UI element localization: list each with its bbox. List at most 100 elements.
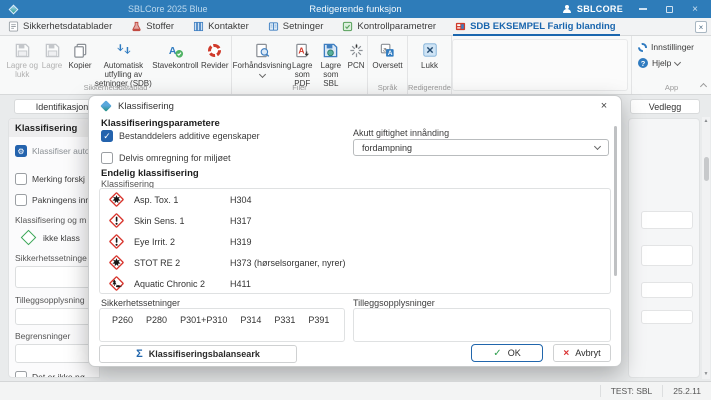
not-classified-indicator: ikke klass — [15, 229, 99, 246]
p-code[interactable]: P331 — [274, 315, 295, 341]
book-icon — [268, 21, 279, 32]
main-content: Identifikasjon Vedlegg Klassifisering ⚙ … — [0, 95, 711, 381]
dialog-scrollbar-thumb[interactable] — [614, 126, 617, 276]
params-section-header: Klassifiseringsparametere — [101, 118, 220, 129]
ribbon-group-sprak: Oversett Språk — [368, 36, 408, 94]
save-icon — [44, 41, 61, 59]
classification-and-label: Klassifisering og m — [15, 215, 87, 225]
save-and-close-button[interactable]: Lagre og lukk — [6, 39, 39, 79]
columns-icon — [193, 21, 204, 32]
user-account-button[interactable]: SBLCORE — [563, 4, 623, 14]
pdf-icon — [294, 41, 311, 59]
revise-button[interactable]: Revider — [199, 39, 232, 70]
maximize-button[interactable] — [663, 3, 675, 15]
pcn-button[interactable]: PCN — [345, 39, 367, 70]
checkbox-icon — [342, 21, 353, 32]
cancel-button[interactable]: × Avbryt — [553, 344, 611, 362]
save-as-pdf-button[interactable]: Lagre som PDF — [288, 39, 317, 89]
spellcheck-button[interactable]: Stavekontroll — [152, 39, 199, 70]
classification-list[interactable]: Asp. Tox. 1 H304 Skin Sens. 1 H317 Eye I… — [99, 188, 611, 294]
copy-icon — [72, 41, 89, 59]
not-required-checkbox-row[interactable]: Det er ikke nø — [15, 371, 99, 377]
tab-sikkerhetsdatablader[interactable]: Sikkerhetsdatablader — [8, 18, 112, 36]
additional-info-box[interactable] — [15, 308, 95, 325]
ghs08-health-hazard-icon — [108, 191, 125, 208]
safety-phrases-label: Sikkerhetssetninger — [101, 298, 181, 308]
tab-setninger[interactable]: Setninger — [268, 18, 323, 36]
additive-properties-checkbox-row[interactable]: ✓ Bestanddelers additive egenskaper — [101, 130, 260, 142]
module-tab-bar: Sikkerhetsdatablader Stoffer Kontakter S… — [0, 18, 711, 36]
ghs08-health-hazard-icon — [108, 254, 125, 271]
marking-checkbox-row[interactable]: Merking forskj — [15, 173, 99, 185]
auto-fill-icon — [115, 41, 132, 59]
scrollbar-thumb[interactable] — [703, 157, 709, 181]
ghs09-environment-icon — [108, 275, 125, 292]
close-box-icon — [422, 41, 438, 59]
classification-row[interactable]: STOT RE 2 H373 (hørselsorganer, nyrer) — [100, 252, 610, 273]
partial-conversion-checkbox-row[interactable]: Delvis omregning for miljøet — [101, 152, 231, 164]
tab-stoffer[interactable]: Stoffer — [131, 18, 174, 36]
user-icon — [563, 4, 572, 14]
panel-header: Klassifisering — [9, 119, 99, 137]
scroll-up-icon[interactable]: ▲ — [704, 119, 709, 124]
p-code[interactable]: P301+P310 — [180, 315, 227, 341]
copy-button[interactable]: Kopier — [66, 39, 95, 70]
ghs07-exclamation-icon — [108, 212, 125, 229]
safety-phrases-box[interactable]: P260 P280 P301+P310 P314 P331 P391 — [99, 308, 345, 342]
close-editing-button[interactable]: Lukk — [413, 39, 447, 70]
classification-row[interactable]: Skin Sens. 1 H317 — [100, 210, 610, 231]
page-tab-vedlegg[interactable]: Vedlegg — [630, 99, 700, 114]
translate-button[interactable]: Oversett — [369, 39, 407, 70]
inhalation-select[interactable]: fordampning — [353, 139, 609, 156]
additional-info-box[interactable] — [353, 308, 611, 342]
save-as-sbl-button[interactable]: Lagre som SBL — [317, 39, 346, 89]
checkbox-checked[interactable]: ✓ — [101, 130, 113, 142]
close-window-button[interactable]: × — [689, 3, 701, 15]
ribbon-group-redigerende: Lukk Redigerende... — [408, 36, 452, 94]
save-close-icon — [14, 41, 31, 59]
spellcheck-icon — [167, 41, 184, 59]
scroll-down-icon[interactable]: ▼ — [704, 372, 709, 377]
classification-row[interactable]: Eye Irrit. 2 H319 — [100, 231, 610, 252]
check-icon: ✓ — [493, 347, 502, 359]
save-button[interactable]: Lagre — [39, 39, 66, 70]
help-button[interactable]: ? Hjelp — [638, 58, 711, 68]
classification-row[interactable]: Aquatic Chronic 2 H411 — [100, 273, 610, 294]
dialog-close-icon[interactable]: × — [597, 100, 611, 112]
minimize-button[interactable] — [637, 3, 649, 15]
tab-kontakter[interactable]: Kontakter — [193, 18, 249, 36]
auto-classify-toggle[interactable]: ⚙ Klassifiser autom — [15, 145, 99, 157]
restrictions-box[interactable] — [15, 344, 95, 363]
tab-sdb-eksempel-active[interactable]: SDB EKSEMPEL Farlig blanding — [453, 18, 620, 36]
title-bar: SBLCore 2025 Blue Redigerende funksjon S… — [0, 0, 711, 18]
p-code[interactable]: P280 — [146, 315, 167, 341]
preview-icon — [254, 41, 271, 59]
classification-dialog: Klassifisering × Klassifiseringsparamete… — [88, 95, 622, 367]
translate-icon — [379, 41, 396, 59]
p-code[interactable]: P260 — [112, 315, 133, 341]
classification-balance-button[interactable]: Σ Klassifiseringsbalanseark — [99, 345, 297, 363]
safety-phrases-box[interactable] — [15, 266, 95, 288]
settings-button[interactable]: Innstillinger — [638, 42, 711, 52]
checkbox[interactable] — [101, 152, 113, 164]
close-document-tab-button[interactable]: × — [695, 21, 707, 33]
tab-kontrollparametrer[interactable]: Kontrollparametrer — [342, 18, 436, 36]
packaging-checkbox-row[interactable]: Pakningens inn — [15, 194, 99, 206]
p-code[interactable]: P314 — [240, 315, 261, 341]
gear-icon — [638, 42, 647, 52]
classification-row[interactable]: Asp. Tox. 1 H304 — [100, 189, 610, 210]
ribbon-group-filer: Forhåndsvisning Lagre som PDF Lagre som … — [232, 36, 368, 94]
preview-button[interactable]: Forhåndsvisning — [233, 39, 291, 79]
ribbon-empty-area — [452, 39, 628, 91]
p-code[interactable]: P391 — [308, 315, 329, 341]
burst-icon — [348, 41, 365, 59]
form-field[interactable] — [641, 282, 693, 298]
ok-button[interactable]: ✓ OK — [471, 344, 543, 362]
checkbox[interactable] — [15, 371, 27, 377]
checkbox[interactable] — [15, 173, 27, 185]
form-field[interactable] — [641, 245, 693, 266]
form-field[interactable] — [641, 211, 693, 229]
form-field[interactable] — [641, 310, 693, 324]
checkbox[interactable] — [15, 194, 27, 206]
auto-fill-phrases-button[interactable]: Automatisk utfylling av setninger (SDB) — [94, 39, 152, 89]
